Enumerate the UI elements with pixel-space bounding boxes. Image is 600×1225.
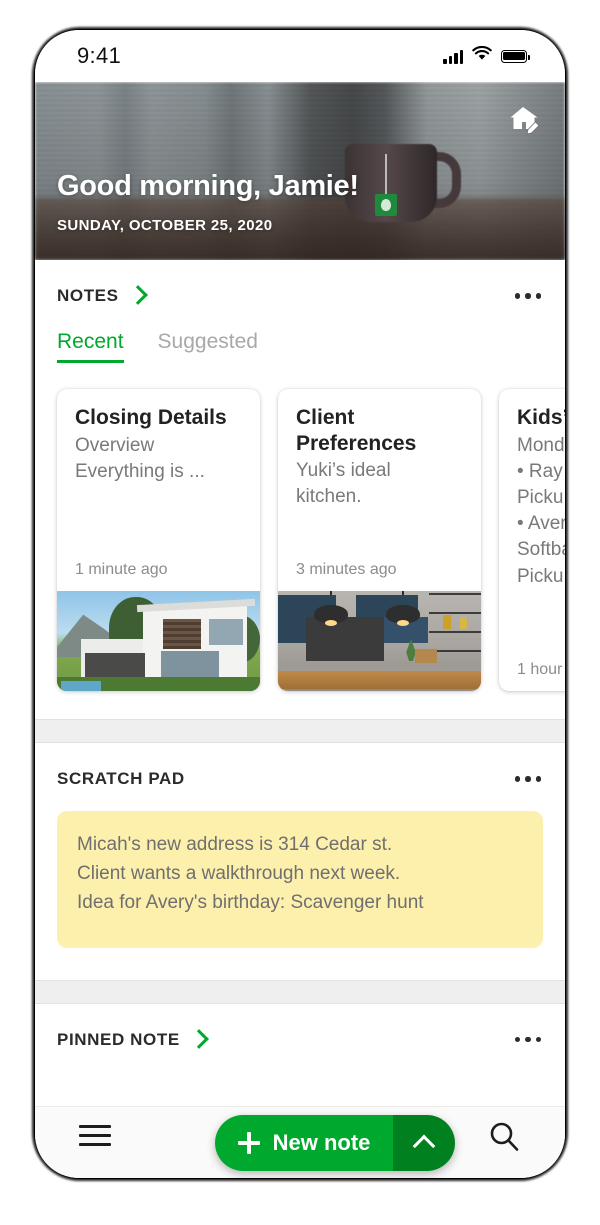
note-snippet-line: Mond (517, 434, 565, 456)
wifi-icon (472, 45, 492, 66)
note-snippet-line: Picku (517, 487, 564, 509)
phone-screen: 9:41 Good morning, Jamie! SUNDAY, OCTOBE… (35, 30, 565, 1178)
new-note-fab[interactable]: New note (215, 1115, 455, 1171)
scratch-pad-section: SCRATCH PAD Micah's new address is 314 C… (35, 743, 565, 948)
chevron-right-icon[interactable] (127, 285, 148, 305)
note-title: Closing Details (75, 406, 227, 429)
pinned-note-overflow-button[interactable] (513, 1031, 544, 1049)
notes-tabs: Recent Suggested (57, 330, 543, 363)
scratch-pad-title: SCRATCH PAD (57, 769, 185, 788)
greeting-text: Good morning, Jamie! (57, 170, 359, 202)
note-snippet-line: Everything is ... (75, 460, 205, 482)
chevron-up-icon (412, 1134, 436, 1157)
note-card[interactable]: Closing Details Overview Everything is .… (57, 389, 260, 691)
scratch-pad-header: SCRATCH PAD (57, 743, 543, 789)
notes-section: NOTES Recent Suggested Closing Details O… (35, 260, 565, 719)
new-note-label: New note (272, 1130, 371, 1155)
status-icons (443, 45, 530, 66)
note-card-body: Client Preferences Yuki’s ideal kitchen. (278, 389, 481, 561)
notes-title-group[interactable]: NOTES (57, 285, 148, 306)
note-title: Client Preferences (296, 406, 417, 455)
note-snippet-line: • Ray – (517, 460, 565, 482)
note-card-body: Closing Details Overview Everything is .… (57, 389, 260, 561)
scratch-pad-note[interactable]: Micah's new address is 314 Cedar st. Cli… (57, 811, 543, 948)
notes-title: NOTES (57, 286, 119, 305)
note-snippet-line: Yuki’s ideal (296, 460, 391, 482)
scratch-pad-overflow-button[interactable] (513, 770, 544, 788)
scratch-pad-line: Idea for Avery's birthday: Scavenger hun… (77, 891, 424, 913)
note-thumbnail-house (57, 591, 260, 691)
note-snippet-line: Softba (517, 539, 565, 561)
notes-card-carousel[interactable]: Closing Details Overview Everything is .… (57, 389, 565, 719)
battery-full-icon (501, 49, 530, 63)
note-card-body: Kids’ Mond • Ray – Picku • Aver Softba P… (499, 389, 565, 661)
scratch-pad-title-group: SCRATCH PAD (57, 769, 185, 789)
scratch-pad-line: Micah's new address is 314 Cedar st. (77, 834, 393, 855)
note-snippet-line: Picku (517, 565, 564, 587)
note-snippet-line: Overview (75, 434, 155, 456)
home-edit-icon[interactable] (507, 102, 541, 136)
hero-text-block: Good morning, Jamie! SUNDAY, OCTOBER 25,… (35, 170, 565, 260)
pinned-note-section: PINNED NOTE (35, 1003, 565, 1080)
tab-recent[interactable]: Recent (57, 330, 124, 363)
note-title: Kids’ (517, 406, 565, 429)
note-timestamp: 3 minutes ago (296, 561, 397, 578)
pinned-note-header: PINNED NOTE (57, 1004, 543, 1050)
date-text: SUNDAY, OCTOBER 25, 2020 (57, 217, 273, 234)
pinned-note-title: PINNED NOTE (57, 1029, 180, 1049)
note-card[interactable]: Client Preferences Yuki’s ideal kitchen.… (278, 389, 481, 691)
status-bar: 9:41 (35, 30, 565, 82)
notes-overflow-button[interactable] (513, 287, 544, 305)
new-note-expand-button[interactable] (393, 1115, 455, 1171)
note-timestamp: 1 hour (517, 661, 563, 678)
search-icon[interactable] (487, 1119, 521, 1153)
scratch-pad-line: Client wants a walkthrough next week. (77, 862, 401, 884)
signal-bars-icon (443, 49, 463, 64)
note-snippet-line: • Aver (517, 513, 565, 535)
section-divider (35, 719, 565, 743)
note-card[interactable]: Kids’ Mond • Ray – Picku • Aver Softba P… (499, 389, 565, 691)
note-thumbnail-kitchen (278, 591, 481, 691)
hero-header: Good morning, Jamie! SUNDAY, OCTOBER 25,… (35, 82, 565, 260)
note-timestamp: 1 minute ago (75, 561, 168, 578)
section-divider (35, 979, 565, 1004)
chevron-right-icon[interactable] (188, 1028, 209, 1049)
note-snippet-line: kitchen. (296, 486, 362, 508)
hamburger-menu-icon[interactable] (79, 1124, 111, 1147)
pinned-note-title-group[interactable]: PINNED NOTE (57, 1028, 209, 1050)
new-note-button[interactable]: New note (215, 1115, 393, 1171)
notes-section-header: NOTES (57, 260, 543, 306)
plus-icon (237, 1132, 260, 1154)
status-time: 9:41 (77, 43, 122, 68)
tab-suggested[interactable]: Suggested (158, 330, 258, 363)
